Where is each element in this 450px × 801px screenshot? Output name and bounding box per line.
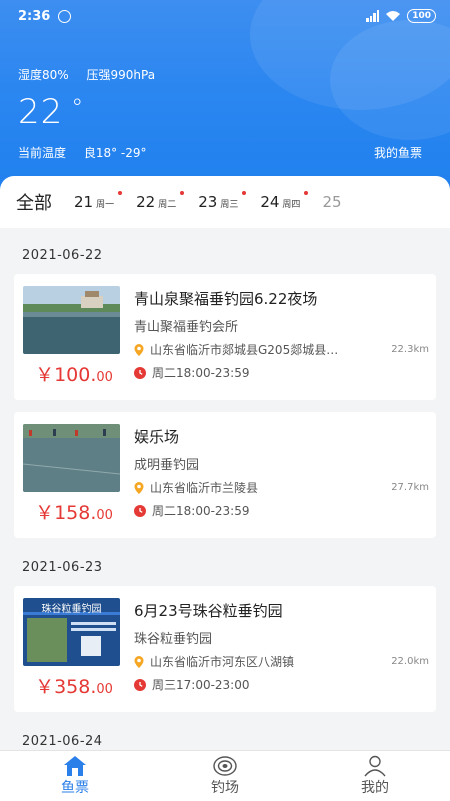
tab-all[interactable]: 全部: [16, 189, 52, 215]
ticket-card[interactable]: ￥100.00 青山泉聚福垂钓园6.22夜场 青山聚福垂钓会所 山东省临沂市郯城…: [14, 274, 436, 400]
tab-day-number: 21: [74, 193, 94, 211]
price-cents: 00: [96, 682, 113, 697]
photo-caption: 珠谷粒垂钓园: [41, 604, 102, 615]
nav-label: 钓场: [211, 780, 239, 796]
target-icon: [213, 756, 237, 776]
nav-label: 鱼票: [61, 780, 89, 796]
session-time: 周二18:00-23:59: [152, 366, 250, 380]
alarm-icon: [58, 9, 72, 23]
status-time: 2:36: [18, 8, 51, 24]
session-time: 周二18:00-23:59: [152, 504, 250, 518]
location-row: 山东省临沂市郯城县G205郯城县… 22.3km: [134, 341, 429, 358]
weather-header: 2:36 100 湿度80% 压强990hPa 22 ° 当前温度 良18° -2…: [0, 0, 450, 200]
ticket-card[interactable]: 珠谷粒垂钓园 ￥358.00 6月23号珠谷粒垂钓园 珠谷粒垂钓园 山东省临沂市…: [14, 586, 436, 712]
nav-spots[interactable]: 钓场: [150, 751, 300, 801]
degree-symbol: °: [71, 94, 85, 122]
distance: 22.0km: [391, 656, 429, 667]
date-header: 2021-06-22: [22, 248, 103, 263]
price-cents: 00: [96, 370, 113, 385]
ticket-card[interactable]: ￥158.00 娱乐场 成明垂钓园 山东省临沂市兰陵县 27.7km 周二18:…: [14, 412, 436, 538]
status-bar: 2:36 100: [18, 6, 436, 26]
address: 山东省临沂市河东区八湖镇: [150, 655, 295, 669]
tab-day-number: 24: [260, 193, 280, 211]
tab-day-number: 23: [198, 193, 218, 211]
current-temperature: 22 °: [18, 92, 84, 132]
venue-photo: 珠谷粒垂钓园: [23, 598, 120, 666]
weather-summary: 当前温度 良18° -29°: [18, 144, 161, 161]
clock-icon: [134, 366, 146, 379]
bottom-nav: 鱼票 钓场 我的: [0, 750, 450, 801]
ticket-price: ￥358.00: [28, 672, 120, 699]
tab-weekday: 周四: [282, 200, 301, 210]
date-header: 2021-06-23: [22, 560, 103, 575]
nav-mine[interactable]: 我的: [300, 751, 450, 801]
date-header: 2021-06-24: [22, 734, 103, 749]
distance: 27.7km: [391, 482, 429, 493]
tab-day-24[interactable]: 24 周四: [260, 191, 309, 211]
price-main: ￥100.: [35, 364, 97, 386]
price-cents: 00: [96, 508, 113, 523]
time-row: 周二18:00-23:59: [134, 364, 250, 381]
tab-day-23[interactable]: 23 周三: [198, 191, 247, 211]
user-icon: [364, 755, 386, 777]
battery-icon: 100: [407, 9, 436, 23]
tab-weekday: 周二: [158, 200, 177, 210]
location-pin-icon: [134, 481, 144, 494]
nav-tickets[interactable]: 鱼票: [0, 751, 150, 801]
tab-weekday: 周一: [96, 200, 115, 210]
distance: 22.3km: [391, 344, 429, 355]
venue-name: 珠谷粒垂钓园: [134, 632, 213, 647]
location-pin-icon: [134, 343, 144, 356]
time-row: 周三17:00-23:00: [134, 676, 250, 693]
tab-day-21[interactable]: 21 周一: [74, 191, 123, 211]
my-tickets-link[interactable]: 我的鱼票: [374, 144, 422, 161]
quality-range: 良18° -29°: [83, 146, 147, 160]
tab-day-22[interactable]: 22 周二: [136, 191, 185, 211]
price-main: ￥358.: [35, 676, 97, 698]
date-tabs: 全部 21 周一 22 周二 23 周三 24 周四 25: [0, 176, 450, 228]
tab-day-number: 25: [322, 193, 342, 211]
time-row: 周二18:00-23:59: [134, 502, 250, 519]
red-dot-indicator: [242, 191, 247, 195]
temperature-label: 当前温度: [18, 146, 67, 160]
location-row: 山东省临沂市兰陵县 27.7km: [134, 479, 429, 496]
ticket-title: 青山泉聚福垂钓园6.22夜场: [134, 290, 318, 308]
location-row: 山东省临沂市河东区八湖镇 22.0km: [134, 653, 429, 670]
tab-day-number: 22: [136, 193, 156, 211]
pressure: 压强990hPa: [86, 68, 156, 82]
tab-day-25[interactable]: 25: [322, 193, 341, 211]
tab-weekday: 周三: [220, 200, 239, 210]
address: 山东省临沂市兰陵县: [150, 481, 259, 495]
humidity: 湿度80%: [18, 68, 69, 82]
wifi-icon: [386, 11, 401, 21]
price-main: ￥158.: [35, 502, 97, 524]
temperature-value: 22: [18, 92, 64, 132]
session-time: 周三17:00-23:00: [152, 678, 250, 692]
red-dot-indicator: [180, 191, 185, 195]
ticket-price: ￥158.00: [28, 498, 120, 525]
signal-icon: [366, 10, 380, 22]
home-icon: [64, 756, 86, 776]
ticket-price: ￥100.00: [28, 360, 120, 387]
red-dot-indicator: [304, 191, 309, 195]
weather-stats: 湿度80% 压强990hPa: [18, 66, 169, 83]
nav-label: 我的: [361, 780, 389, 796]
location-pin-icon: [134, 655, 144, 668]
venue-name: 青山聚福垂钓会所: [134, 320, 239, 335]
clock-icon: [134, 504, 146, 517]
ticket-title: 6月23号珠谷粒垂钓园: [134, 602, 283, 620]
ticket-list: 2021-06-22 ￥100.00 青山泉聚福垂钓园6.22夜场 青山聚福垂钓…: [0, 228, 450, 750]
venue-photo: [23, 286, 120, 354]
ticket-title: 娱乐场: [134, 428, 180, 446]
address: 山东省临沂市郯城县G205郯城县…: [150, 343, 339, 357]
clock-icon: [134, 678, 146, 691]
red-dot-indicator: [118, 191, 123, 195]
venue-name: 成明垂钓园: [134, 458, 200, 473]
venue-photo: [23, 424, 120, 492]
